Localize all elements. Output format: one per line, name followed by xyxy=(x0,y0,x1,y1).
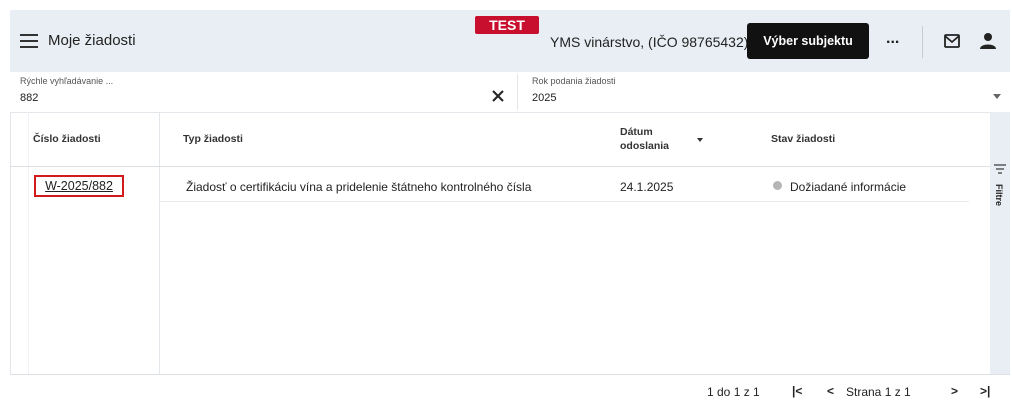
request-date-cell: 24.1.2025 xyxy=(620,180,674,194)
request-type-cell: Žiadosť o certifikáciu vína a pridelenie… xyxy=(186,180,532,194)
column-divider xyxy=(28,112,29,374)
filter-bar xyxy=(10,72,1010,113)
column-header-number[interactable]: Číslo žiadosti xyxy=(33,112,101,166)
column-header-date-label: Dátum odoslania xyxy=(620,126,670,152)
request-status-cell: Dožiadané informácie xyxy=(790,180,907,194)
year-filter-label: Rok podania žiadosti xyxy=(532,76,616,86)
quick-search-input[interactable]: 882 xyxy=(20,92,38,104)
header-divider xyxy=(922,26,923,58)
hamburger-menu-icon[interactable] xyxy=(20,34,38,48)
next-page-button[interactable]: > xyxy=(951,384,958,398)
chevron-down-icon[interactable] xyxy=(993,94,1001,99)
column-header-status[interactable]: Stav žiadosti xyxy=(771,112,835,166)
mail-icon[interactable] xyxy=(944,34,960,48)
first-page-button[interactable]: |< xyxy=(792,384,802,398)
page-title: Moje žiadosti xyxy=(48,32,136,49)
environment-badge: TEST xyxy=(475,16,539,34)
current-subject: YMS vinárstvo, (IČO 98765432) xyxy=(550,34,749,50)
filter-lines-icon[interactable] xyxy=(994,164,1006,174)
sort-desc-icon[interactable] xyxy=(697,138,703,142)
request-number-link[interactable]: W-2025/882 xyxy=(45,179,113,193)
page-indicator: Strana 1 z 1 xyxy=(846,385,911,399)
clear-search-icon[interactable] xyxy=(491,89,505,103)
previous-page-button[interactable]: < xyxy=(827,384,834,398)
select-subject-button[interactable]: Výber subjektu xyxy=(747,23,869,59)
filters-side-panel xyxy=(990,112,1010,374)
filters-panel-toggle[interactable]: Filtre xyxy=(994,184,1004,206)
filter-divider xyxy=(517,74,518,110)
more-options-button[interactable]: ... xyxy=(886,30,899,48)
user-account-icon[interactable] xyxy=(978,32,998,50)
request-number-highlight: W-2025/882 xyxy=(34,175,124,197)
column-divider xyxy=(159,112,160,374)
column-header-date[interactable]: Dátum odoslania xyxy=(620,112,680,166)
pagination-range: 1 do 1 z 1 xyxy=(707,385,760,399)
last-page-button[interactable]: >| xyxy=(980,384,990,398)
column-header-type[interactable]: Typ žiadosti xyxy=(183,112,243,166)
quick-search-label: Rýchle vyhľadávanie ... xyxy=(20,76,114,86)
status-dot-icon xyxy=(773,181,782,190)
year-filter-select[interactable]: 2025 xyxy=(532,92,556,104)
